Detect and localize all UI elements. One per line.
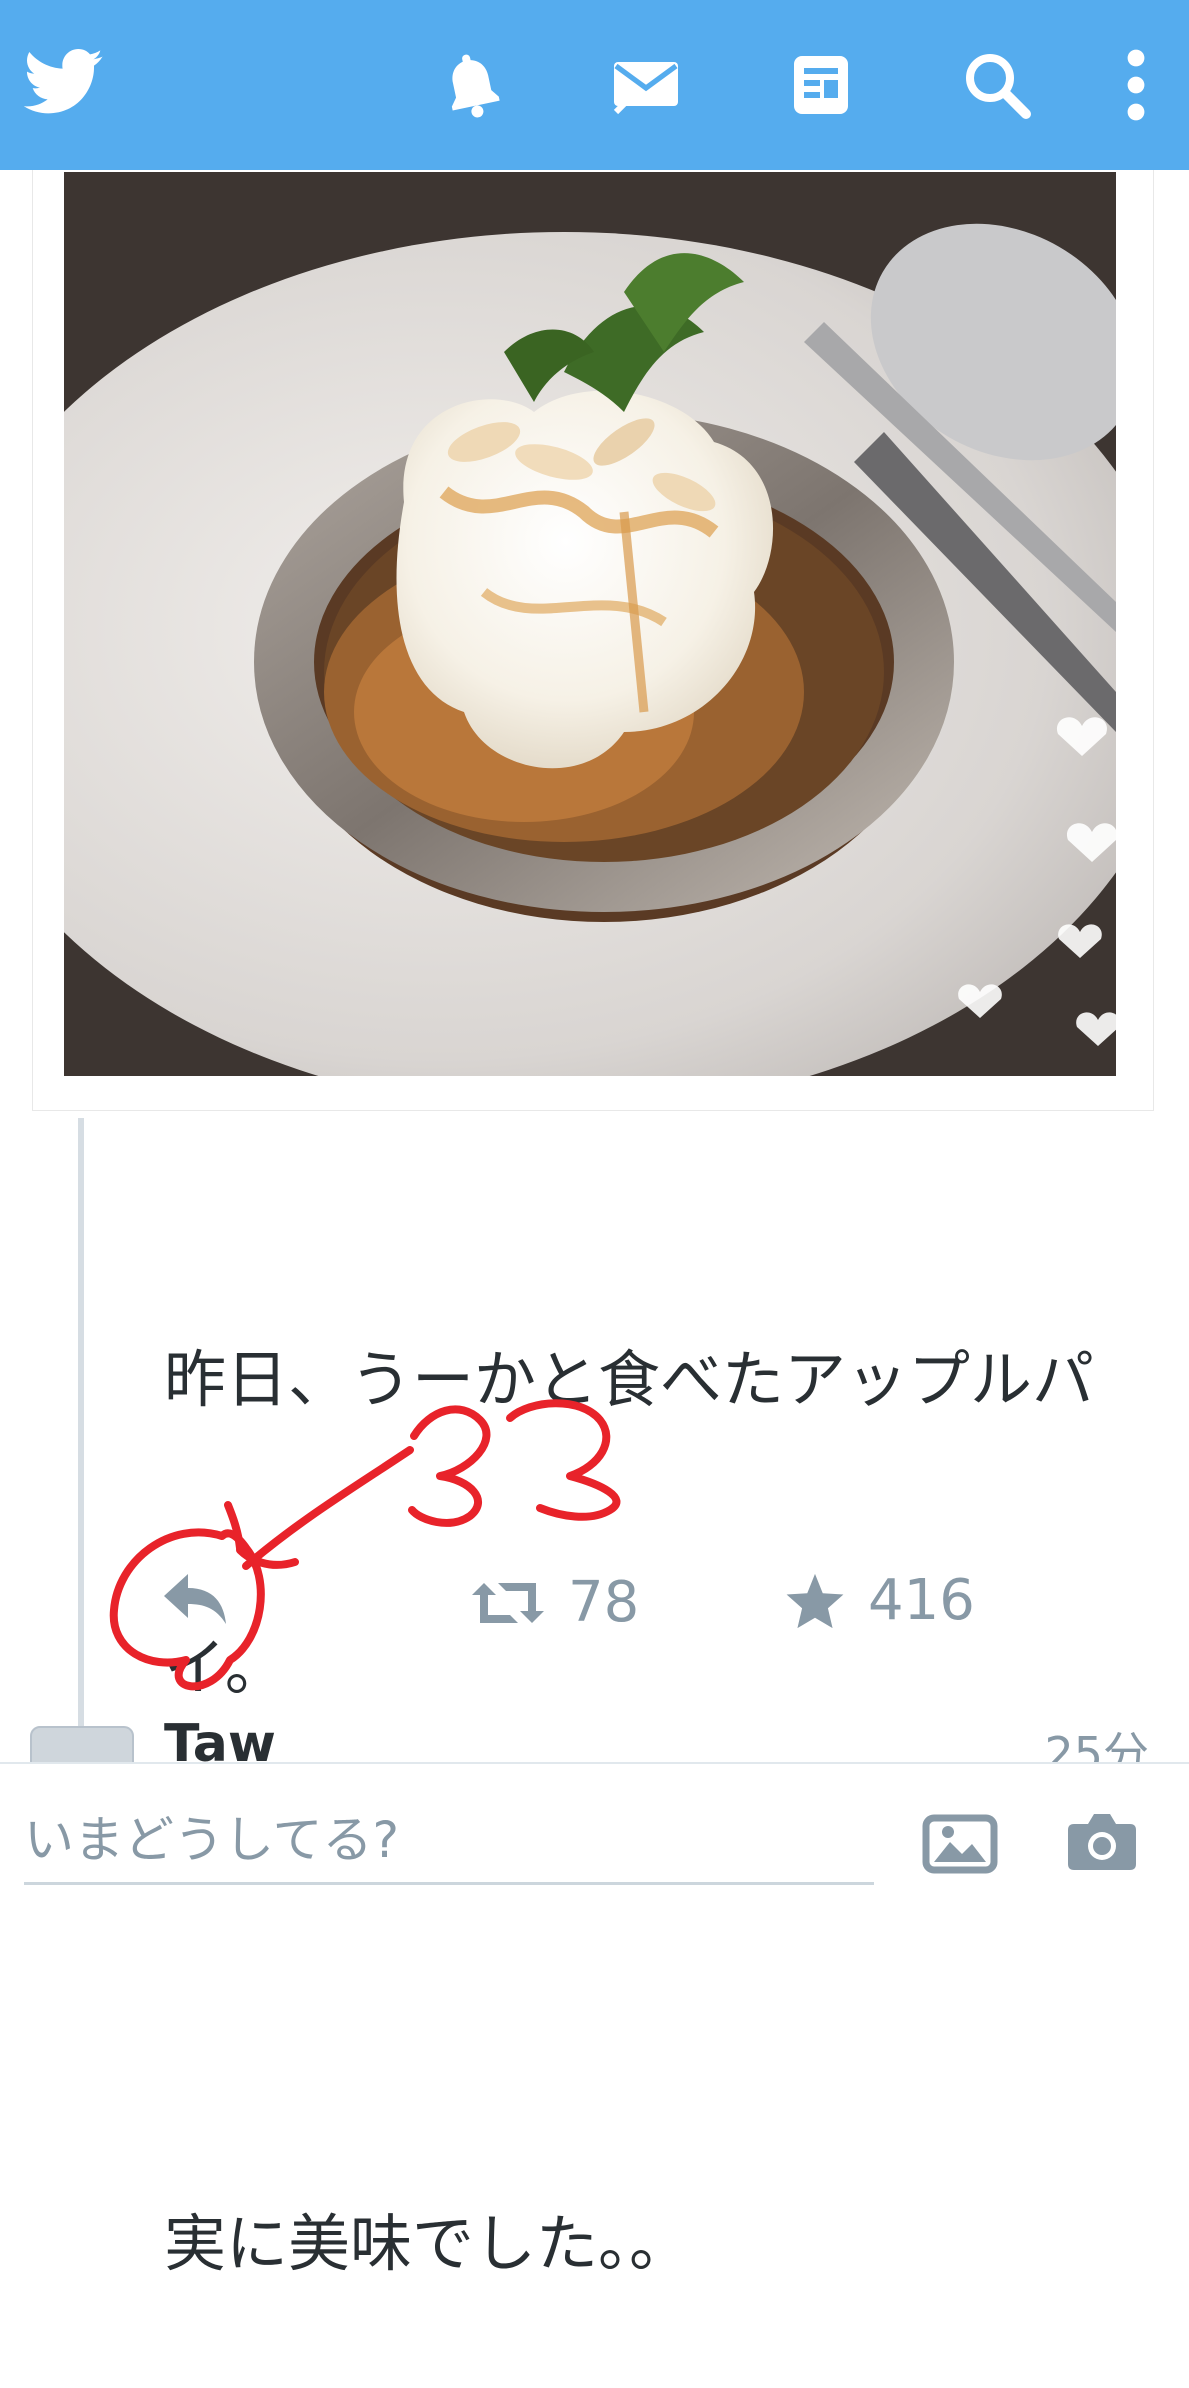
tweet-text-line: 昨日、うーかと食べたアップルパ [164,1343,1095,1416]
add-image-button[interactable] [922,1814,998,1874]
retweet-icon [472,1582,544,1623]
apple-pie-photo-illustration [64,172,1116,1076]
news-list-icon[interactable] [792,54,850,116]
tweet-photo[interactable] [64,172,1116,1076]
overflow-menu-icon[interactable] [1124,48,1148,122]
favorite-count: 416 [868,1568,975,1633]
retweet-button[interactable]: 78 [470,1570,639,1635]
camera-icon [1068,1814,1136,1870]
tweet-text-line: 実に美味でした。。 [164,2207,692,2280]
compose-tweet-input[interactable] [24,1798,874,1885]
top-app-bar [0,0,1189,170]
notifications-bell-icon[interactable] [440,50,504,122]
tweet-text-spacer [164,1908,1144,2004]
reply-button[interactable] [160,1570,232,1630]
reply-arrow-icon [164,1574,226,1624]
image-icon [922,1814,998,1874]
star-icon [786,1573,844,1628]
search-icon[interactable] [962,50,1032,120]
messages-envelope-icon[interactable] [612,56,680,116]
retweet-count: 78 [568,1570,640,1635]
compose-bar [0,1762,1189,1922]
conversation-thread-line [78,1118,84,1728]
favorite-button[interactable]: 416 [784,1568,975,1633]
tweet-text-line: イ。 [164,1631,287,1704]
twitter-bird-icon[interactable] [23,46,104,118]
camera-button[interactable] [1066,1810,1138,1872]
